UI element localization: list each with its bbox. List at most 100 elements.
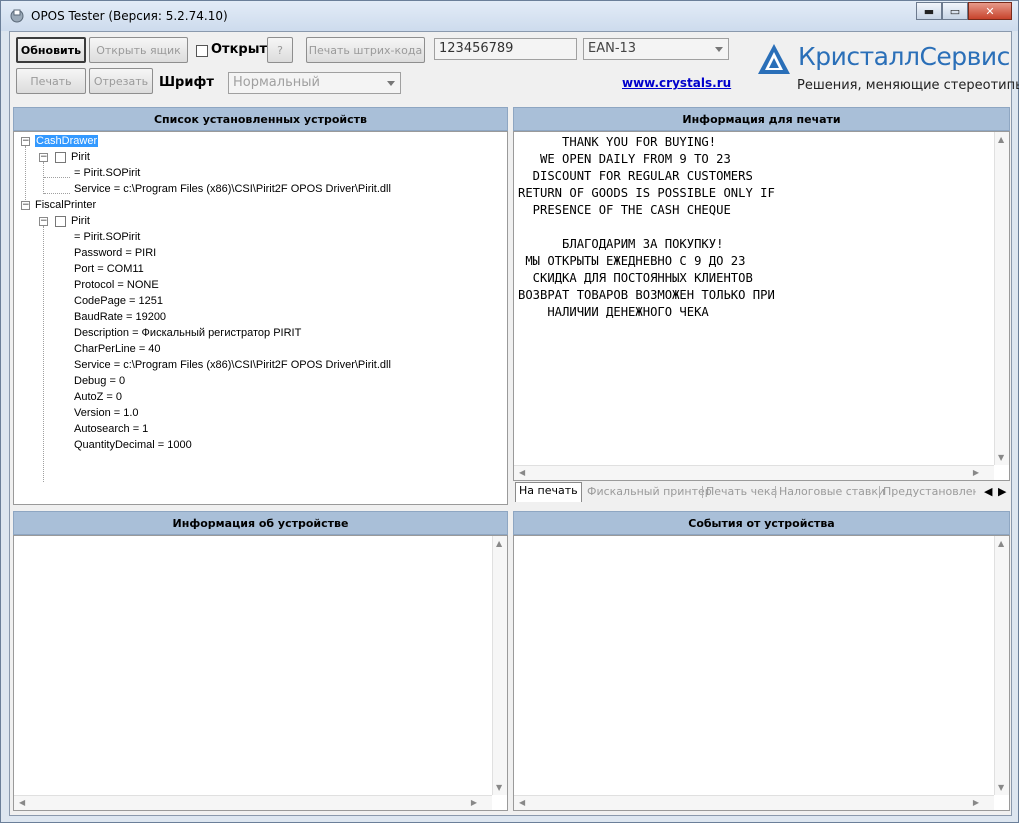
tree-prop[interactable]: QuantityDecimal = 1000 (74, 437, 192, 453)
tree-node-label: CashDrawer (35, 135, 99, 147)
logo-slogan: Решения, меняющие стереотипы (797, 78, 1019, 93)
font-select[interactable]: Нормальный (228, 72, 401, 94)
app-window: OPOS Tester (Версия: 5.2.74.10) ▬ ▭ ✕ Об… (0, 0, 1019, 823)
barcode-type-select[interactable]: EAN-13 (583, 38, 729, 60)
tab-next-icon[interactable]: ▶ (998, 485, 1006, 498)
print-line: DISCOUNT FOR REGULAR CUSTOMERS (518, 169, 753, 183)
scroll-down-icon[interactable]: ▼ (496, 783, 502, 792)
tree-prop[interactable]: Password = PIRI (74, 245, 156, 261)
print-line: НАЛИЧИИ ДЕНЕЖНОГО ЧЕКА (518, 305, 709, 319)
chevron-down-icon (715, 47, 723, 52)
cut-button[interactable]: Отрезать (89, 68, 153, 94)
horizontal-scrollbar[interactable]: ◀ ▶ (514, 465, 994, 480)
print-line: PRESENCE OF THE CASH CHEQUE (518, 203, 731, 217)
scroll-down-icon[interactable]: ▼ (998, 783, 1004, 792)
close-button[interactable]: ✕ (968, 2, 1012, 20)
website-link[interactable]: www.crystals.ru (622, 76, 731, 90)
tree-prop[interactable]: AutoZ = 0 (74, 389, 122, 405)
scroll-right-icon[interactable]: ▶ (973, 798, 979, 807)
collapse-icon[interactable]: − (39, 217, 48, 226)
tree-prop[interactable]: Port = COM11 (74, 261, 144, 277)
scroll-right-icon[interactable]: ▶ (973, 468, 979, 477)
refresh-button[interactable]: Обновить (16, 37, 86, 63)
horizontal-scrollbar[interactable]: ◀ ▶ (14, 795, 492, 810)
scroll-left-icon[interactable]: ◀ (519, 798, 525, 807)
tree-prop[interactable]: Service = c:\Program Files (x86)\CSI\Pir… (74, 357, 391, 373)
print-barcode-button[interactable]: Печать штрих-кода (306, 37, 425, 63)
vertical-scrollbar[interactable]: ▲ ▼ (994, 132, 1009, 465)
vertical-scrollbar[interactable]: ▲ ▼ (492, 536, 507, 795)
devices-panel-header: Список установленных устройств (13, 107, 508, 131)
print-line: МЫ ОТКРЫТЫ ЕЖЕДНЕВНО С 9 ДО 23 (518, 254, 746, 268)
tree-prop[interactable]: = Pirit.SOPirit (74, 229, 140, 245)
tab-tax-rates[interactable]: Налоговые ставки (776, 484, 888, 501)
open-label: Открыт (211, 42, 268, 57)
collapse-icon[interactable]: − (21, 201, 30, 210)
tree-line (43, 162, 44, 194)
tree-prop[interactable]: Autosearch = 1 (74, 421, 148, 437)
logo-name: КристаллСервис (798, 42, 1010, 71)
scroll-down-icon[interactable]: ▼ (998, 453, 1004, 462)
print-line: RETURN OF GOODS IS POSSIBLE ONLY IF (518, 186, 775, 200)
help-button[interactable]: ? (267, 37, 293, 63)
device-events-panel-header: События от устройства (513, 511, 1010, 535)
tree-prop[interactable]: Description = Фискальный регистратор PIR… (74, 325, 301, 341)
device-events-area[interactable]: ▲ ▼ ◀ ▶ (513, 535, 1010, 811)
maximize-button[interactable]: ▭ (942, 2, 968, 20)
tab-preset[interactable]: Предустановленн (880, 484, 976, 501)
scroll-up-icon[interactable]: ▲ (998, 539, 1004, 548)
minimize-button[interactable]: ▬ (916, 2, 942, 20)
open-drawer-button[interactable]: Открыть ящик (89, 37, 188, 63)
scroll-up-icon[interactable]: ▲ (496, 539, 502, 548)
barcode-input[interactable]: 123456789 (434, 38, 577, 60)
tree-node-fiscalprinter[interactable]: FiscalPrinter (35, 197, 96, 213)
horizontal-scrollbar[interactable]: ◀ ▶ (514, 795, 994, 810)
collapse-icon[interactable]: − (21, 137, 30, 146)
scroll-up-icon[interactable]: ▲ (998, 135, 1004, 144)
close-icon: ✕ (985, 4, 995, 18)
tree-node-fp-pirit[interactable]: Pirit (71, 213, 90, 229)
tree-prop[interactable]: BaudRate = 19200 (74, 309, 166, 325)
print-tabs: На печать Фискальный принтер Печать чека… (514, 482, 1010, 502)
tree-node-cd-pirit[interactable]: Pirit (71, 149, 90, 165)
print-line: БЛАГОДАРИМ ЗА ПОКУПКУ! (518, 237, 724, 251)
device-info-area[interactable]: ▲ ▼ ◀ ▶ (13, 535, 508, 811)
print-text-area[interactable]: THANK YOU FOR BUYING! WE OPEN DAILY FROM… (513, 131, 1010, 481)
chevron-down-icon (387, 81, 395, 86)
tree-line (44, 193, 70, 194)
tab-to-print[interactable]: На печать (515, 482, 582, 502)
print-text: THANK YOU FOR BUYING! WE OPEN DAILY FROM… (518, 134, 775, 321)
scroll-left-icon[interactable]: ◀ (519, 468, 525, 477)
collapse-icon[interactable]: − (39, 153, 48, 162)
minimize-icon: ▬ (923, 4, 935, 18)
device-info-panel-header: Информация об устройстве (13, 511, 508, 535)
tree-prop[interactable]: Debug = 0 (74, 373, 125, 389)
title-bar[interactable]: OPOS Tester (Версия: 5.2.74.10) ▬ ▭ ✕ (1, 1, 1018, 31)
tree-checkbox[interactable] (55, 152, 66, 163)
tree-checkbox[interactable] (55, 216, 66, 227)
tree-prop[interactable]: CodePage = 1251 (74, 293, 163, 309)
open-checkbox[interactable] (196, 45, 208, 57)
print-button[interactable]: Печать (16, 68, 86, 94)
scroll-left-icon[interactable]: ◀ (19, 798, 25, 807)
tree-prop[interactable]: Service = c:\Program Files (x86)\CSI\Pir… (74, 181, 391, 197)
tree-prop[interactable]: Version = 1.0 (74, 405, 139, 421)
tree-prop[interactable]: CharPerLine = 40 (74, 341, 161, 357)
scroll-right-icon[interactable]: ▶ (471, 798, 477, 807)
tab-print-receipt[interactable]: Печать чека (703, 484, 780, 501)
vertical-scrollbar[interactable]: ▲ ▼ (994, 536, 1009, 795)
window-title: OPOS Tester (Версия: 5.2.74.10) (31, 9, 228, 23)
print-line (518, 219, 775, 236)
tab-fiscal-printer[interactable]: Фискальный принтер (584, 484, 715, 501)
tree-prop[interactable]: Protocol = NONE (74, 277, 159, 293)
tab-prev-icon[interactable]: ◀ (984, 485, 992, 498)
tree-prop[interactable]: = Pirit.SOPirit (74, 165, 140, 181)
tree-line (44, 177, 70, 178)
app-icon (10, 9, 24, 23)
tree-node-cashdrawer[interactable]: CashDrawer (35, 133, 99, 149)
print-line: WE OPEN DAILY FROM 9 TO 23 (518, 152, 731, 166)
print-line: СКИДКА ДЛЯ ПОСТОЯННЫХ КЛИЕНТОВ (518, 271, 753, 285)
barcode-type-value: EAN-13 (588, 41, 637, 56)
device-tree[interactable]: − CashDrawer − Pirit = Pirit.SOPirit Ser… (13, 131, 508, 505)
font-value: Нормальный (233, 75, 320, 90)
